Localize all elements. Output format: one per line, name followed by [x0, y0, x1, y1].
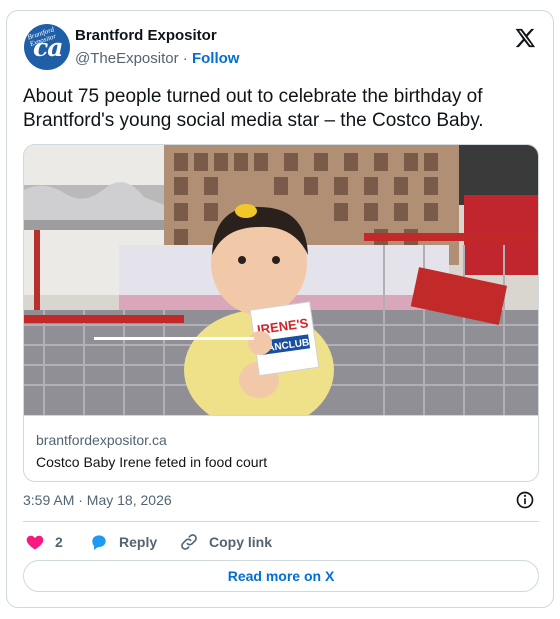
copy-link-button[interactable]: Copy link: [179, 530, 272, 554]
embedded-post-card: Brantford Expositor ca Brantford Exposit…: [6, 10, 554, 608]
like-count: 2: [55, 534, 63, 550]
post-timestamp[interactable]: 3:59 AM · May 18, 2026: [23, 492, 172, 508]
reply-bubble-icon: [92, 535, 106, 550]
reply-button[interactable]: Reply: [89, 530, 157, 554]
avatar-logo-text: ca: [33, 33, 63, 62]
heart-icon: [26, 535, 44, 550]
copy-link-label: Copy link: [209, 534, 273, 550]
link-title: Costco Baby Irene feted in food court: [36, 454, 268, 470]
like-button[interactable]: 2: [25, 530, 63, 554]
reply-label: Reply: [119, 534, 158, 550]
link-preview-meta[interactable]: brantfordexpositor.ca Costco Baby Irene …: [24, 415, 538, 481]
avatar[interactable]: Brantford Expositor ca: [24, 24, 70, 70]
follow-button[interactable]: Follow: [192, 50, 240, 67]
link-domain: brantfordexpositor.ca: [36, 432, 167, 448]
x-logo-icon[interactable]: [514, 27, 536, 49]
post-text: About 75 people turned out to celebrate …: [23, 86, 484, 131]
info-icon[interactable]: [515, 490, 535, 510]
account-display-name[interactable]: Brantford Expositor: [75, 27, 217, 44]
account-handle-row: @TheExpositor · Follow: [75, 50, 239, 67]
account-handle[interactable]: @TheExpositor: [75, 50, 179, 67]
link-preview-image[interactable]: IRENE'S FANCLUB: [24, 145, 538, 415]
separator-dot: ·: [182, 50, 188, 67]
link-icon: [181, 534, 197, 550]
read-more-button[interactable]: Read more on X: [23, 560, 539, 592]
divider: [23, 521, 539, 522]
link-preview-card[interactable]: IRENE'S FANCLUB brantfordexpositor.ca Co…: [23, 144, 539, 482]
